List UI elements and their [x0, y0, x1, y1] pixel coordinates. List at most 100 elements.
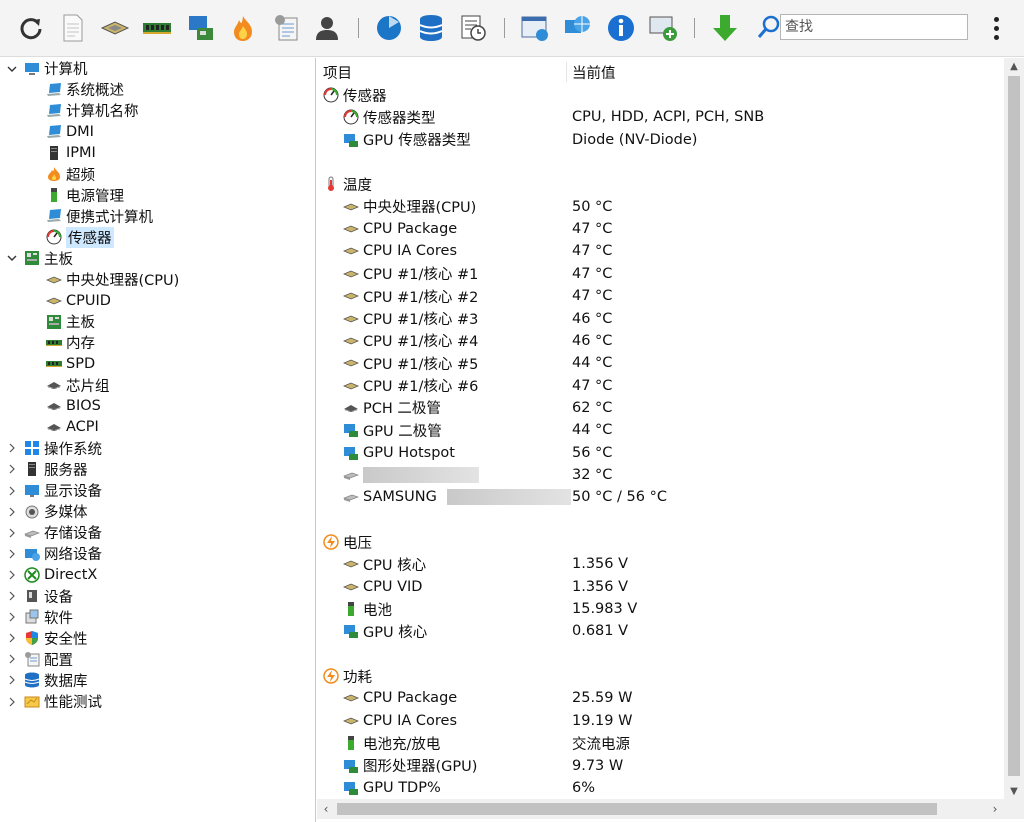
scroll-up-icon[interactable]: ▲	[1004, 58, 1024, 74]
vertical-scrollbar[interactable]: ▲ ▼	[1004, 58, 1024, 799]
horizontal-scrollbar[interactable]: ‹ ›	[317, 799, 1004, 819]
chevron-down-icon[interactable]	[6, 252, 18, 264]
overclock-flame-icon[interactable]	[226, 10, 260, 46]
tree-item[interactable]: 计算机	[6, 58, 88, 79]
list-row[interactable]: GPU 核心 0.681 V	[317, 620, 1003, 642]
chevron-right-icon[interactable]	[6, 653, 18, 665]
tree-item[interactable]: 设备	[6, 586, 73, 607]
list-row[interactable]: CPU #1/核心 #5 44 °C	[317, 352, 1003, 374]
download-arrow-icon[interactable]	[708, 10, 742, 46]
scroll-down-icon[interactable]: ▼	[1004, 783, 1024, 799]
search-input[interactable]	[780, 14, 968, 40]
database-icon[interactable]	[414, 10, 448, 46]
tree-item[interactable]: SPD	[46, 353, 95, 374]
list-row[interactable]: CPU 核心 1.356 V	[317, 553, 1003, 575]
tree-item[interactable]: 芯片组	[46, 375, 110, 396]
tree-item[interactable]: 电源管理	[46, 185, 124, 206]
list-row[interactable]: GPU 传感器类型 Diode (NV-Diode)	[317, 129, 1003, 151]
list-row[interactable]: GPU TDP% 6%	[317, 777, 1003, 799]
chevron-right-icon[interactable]	[6, 485, 18, 497]
config-tool-icon[interactable]	[270, 10, 304, 46]
list-row[interactable]: CPU #1/核心 #3 46 °C	[317, 308, 1003, 330]
scroll-right-icon[interactable]: ›	[986, 799, 1004, 819]
list-row[interactable]: CPU IA Cores 47 °C	[317, 240, 1003, 262]
group-row[interactable]: 传感器	[317, 84, 1003, 106]
tree-item[interactable]: 存储设备	[6, 522, 102, 543]
group-row[interactable]: 电压	[317, 531, 1003, 553]
tree-item[interactable]: BIOS	[46, 396, 101, 417]
more-menu-icon[interactable]	[984, 14, 1008, 42]
chevron-right-icon[interactable]	[6, 696, 18, 708]
list-row[interactable]: CPU VID 1.356 V	[317, 576, 1003, 598]
list-row[interactable]: CPU #1/核心 #6 47 °C	[317, 375, 1003, 397]
memory-icon[interactable]	[140, 10, 174, 46]
list-row[interactable]: 中央处理器(CPU) 50 °C	[317, 196, 1003, 218]
list-row[interactable]: PCH 二极管 62 °C	[317, 397, 1003, 419]
list-row[interactable]: 图形处理器(GPU) 9.73 W	[317, 755, 1003, 777]
tree-item[interactable]: 系统概述	[46, 79, 124, 100]
column-header-item[interactable]: 项目	[323, 61, 352, 83]
horizontal-scroll-thumb[interactable]	[337, 803, 937, 815]
tree-item[interactable]: 主板	[46, 311, 95, 332]
list-row[interactable]: GPU Hotspot 56 °C	[317, 442, 1003, 464]
refresh-icon[interactable]	[14, 10, 48, 46]
tree-item[interactable]: ACPI	[46, 417, 99, 438]
remote-icon[interactable]	[646, 10, 680, 46]
list-row[interactable]: 传感器类型 CPU, HDD, ACPI, PCH, SNB	[317, 106, 1003, 128]
timer-report-icon[interactable]	[456, 10, 490, 46]
tree-item[interactable]: 操作系统	[6, 438, 102, 459]
os-globe-icon[interactable]	[372, 10, 406, 46]
chevron-right-icon[interactable]	[6, 527, 18, 539]
motherboard-monitor-icon[interactable]	[184, 10, 218, 46]
tree-item[interactable]: 多媒体	[6, 501, 88, 522]
tree-item[interactable]: 网络设备	[6, 543, 102, 564]
tree-item[interactable]: 传感器	[46, 226, 114, 248]
chevron-down-icon[interactable]	[6, 63, 18, 75]
tree-item[interactable]: 计算机名称	[46, 100, 139, 121]
tree-item[interactable]: 主板	[6, 248, 73, 269]
tree-item[interactable]: CPUID	[46, 290, 111, 311]
chevron-right-icon[interactable]	[6, 569, 18, 581]
vertical-scroll-thumb[interactable]	[1008, 76, 1020, 776]
user-icon[interactable]	[310, 10, 344, 46]
tree-item[interactable]: 服务器	[6, 459, 88, 480]
tree-item[interactable]: 软件	[6, 607, 73, 628]
cpu-chip-icon[interactable]	[98, 10, 132, 46]
list-row[interactable]: CPU IA Cores 19.19 W	[317, 710, 1003, 732]
column-header-value[interactable]: 当前值	[572, 61, 616, 83]
list-row[interactable]: CPU #1/核心 #1 47 °C	[317, 263, 1003, 285]
tree-item[interactable]: 便携式计算机	[46, 206, 153, 227]
list-row[interactable]: 电池充/放电 交流电源	[317, 732, 1003, 754]
info-icon[interactable]	[604, 10, 638, 46]
tree-item[interactable]: 配置	[6, 649, 73, 670]
chevron-right-icon[interactable]	[6, 590, 18, 602]
tree-item[interactable]: 超频	[46, 164, 95, 185]
chevron-right-icon[interactable]	[6, 442, 18, 454]
tree-item[interactable]: IPMI	[46, 142, 96, 163]
list-row[interactable]: CPU Package 25.59 W	[317, 687, 1003, 709]
list-row[interactable]: GPU 二极管 44 °C	[317, 419, 1003, 441]
list-row[interactable]: SAMSUNG 50 °C / 56 °C	[317, 486, 1003, 508]
chevron-right-icon[interactable]	[6, 548, 18, 560]
group-row[interactable]: 温度	[317, 173, 1003, 195]
list-row[interactable]: CPU Package 47 °C	[317, 218, 1003, 240]
tree-item[interactable]: 安全性	[6, 628, 88, 649]
list-row[interactable]: 电池 15.983 V	[317, 598, 1003, 620]
chevron-right-icon[interactable]	[6, 463, 18, 475]
chevron-right-icon[interactable]	[6, 611, 18, 623]
chevron-right-icon[interactable]	[6, 674, 18, 686]
network-globe-icon[interactable]	[560, 10, 594, 46]
list-row[interactable]: CPU #1/核心 #4 46 °C	[317, 330, 1003, 352]
tree-item[interactable]: 性能测试	[6, 691, 102, 712]
search-icon[interactable]	[756, 14, 782, 44]
tree-item[interactable]: DirectX	[6, 564, 97, 585]
group-row[interactable]: 功耗	[317, 665, 1003, 687]
web-report-icon[interactable]	[518, 10, 552, 46]
scroll-left-icon[interactable]: ‹	[317, 799, 335, 819]
tree-item[interactable]: 内存	[46, 332, 95, 353]
list-row[interactable]: 32 °C	[317, 464, 1003, 486]
chevron-right-icon[interactable]	[6, 632, 18, 644]
tree-item[interactable]: 中央处理器(CPU)	[46, 269, 179, 290]
tree-item[interactable]: 显示设备	[6, 480, 102, 501]
report-icon[interactable]	[56, 10, 90, 46]
